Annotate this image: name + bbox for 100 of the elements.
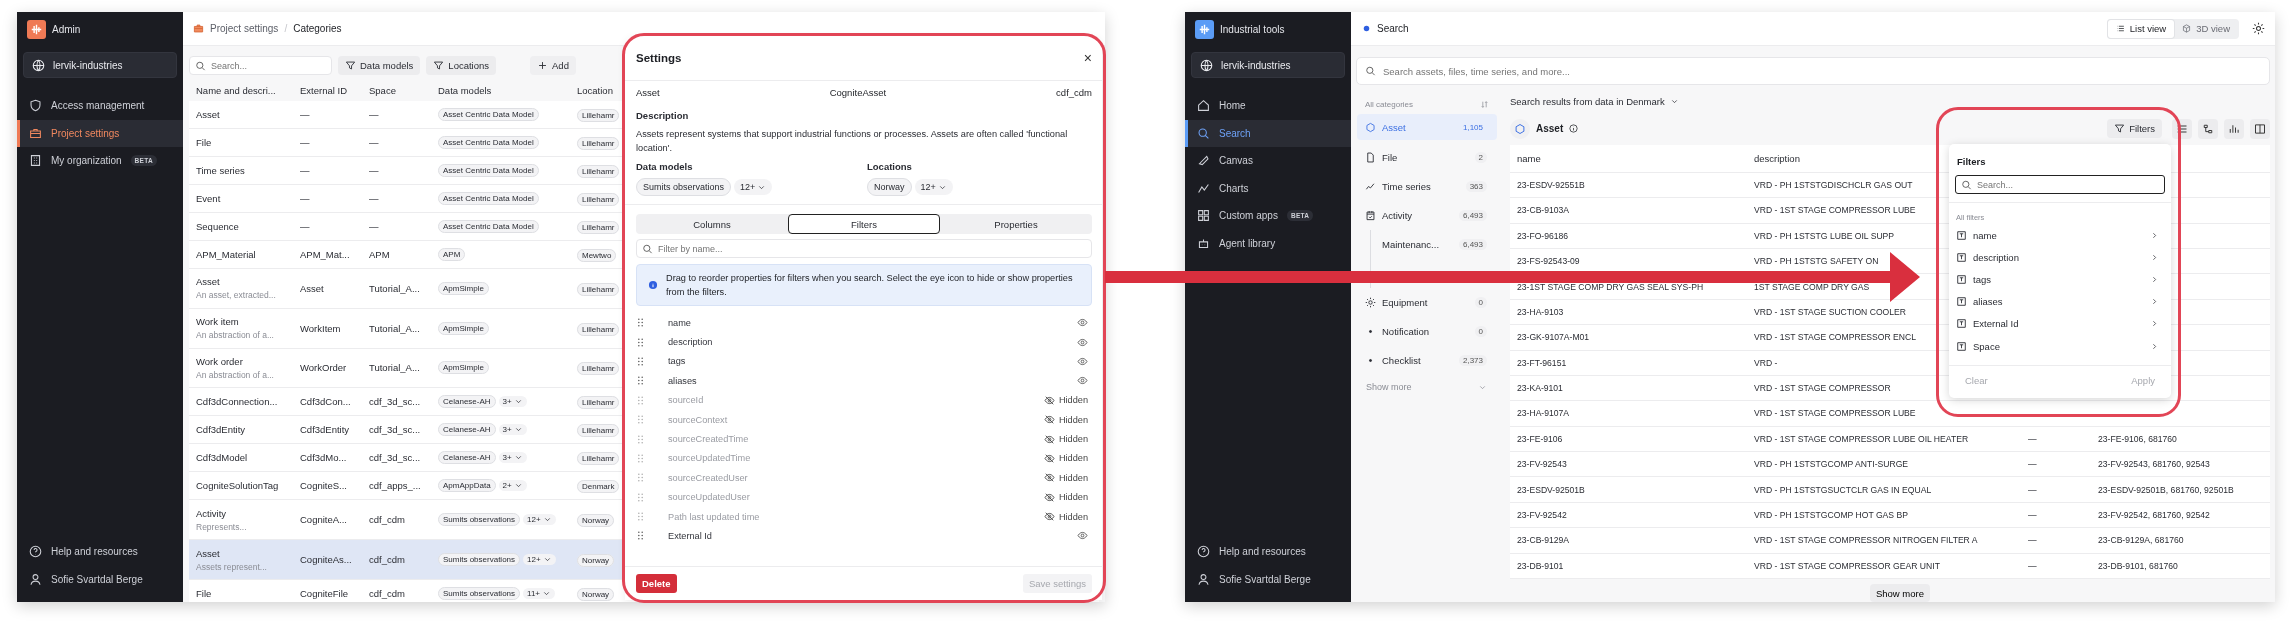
table-cell-text: cdf_cdm [369, 588, 406, 599]
table-cell: VRD - [1754, 357, 1778, 368]
table-cell-text: CogniteA... [300, 514, 348, 526]
location-tag: Norway [577, 514, 615, 528]
category-name: Cdf3dConnection... [196, 396, 279, 408]
table-cell: VRD - PH 1STSTG SAFETY ON [1754, 256, 1879, 267]
table-cell: 23-CB-9129A, 681760 [2098, 535, 2184, 546]
location-tag: Lillehamr [577, 362, 620, 376]
property-name: sourceId [668, 395, 705, 406]
category-name: Asset [196, 547, 221, 559]
field-label: Locations [867, 161, 913, 172]
location-tag: Lillehamr [577, 282, 620, 296]
meta-value: CogniteAsset [829, 87, 887, 98]
table-cell: VRD - PH 1STSTGCOMP HOT GAS BP [1754, 510, 1908, 521]
table-cell: 23-ESDV-92501B [1517, 484, 1585, 495]
location-tag: Mewtwo [577, 249, 617, 262]
table-cell-text: — [300, 109, 311, 120]
table-cell-text: — [369, 109, 380, 120]
category-description: An abstraction of a... [196, 330, 275, 341]
info-text: Drag to reorder properties for filters when you search. Select the eye icon to hide or show properties from the filters. [666, 272, 1074, 299]
table-cell: 23-GK-9107A-M01 [1517, 332, 1590, 343]
table-cell: — [2028, 535, 2037, 546]
table-cell-text: — [369, 165, 380, 176]
data-model-tag: ApmAppData [438, 479, 496, 493]
property-name: sourceCreatedUser [668, 472, 749, 483]
table-cell-text: Cdf3dMo... [300, 452, 348, 464]
table-cell: 23-DB-9101, 681760 [2098, 560, 2178, 571]
data-model-tag: Asset Centric Data Model [438, 192, 539, 205]
table-cell-text: WorkItem [300, 322, 342, 334]
data-model-tag: Sumits observations [438, 513, 521, 527]
category-name: Event [196, 193, 222, 204]
location-tag: Lillehamr [577, 137, 620, 150]
table-cell: 23-DB-9101 [1517, 560, 1564, 571]
table-cell: VRD - PH 1STSTGDISCHCLR GAS OUT [1754, 179, 1913, 190]
location-tag: Lillehamr [577, 424, 620, 438]
data-model-tag: Celanese-AH [438, 423, 496, 437]
table-cell-text: cdf_3d_sc... [369, 396, 422, 408]
category-description: Assets represent... [196, 561, 268, 572]
table-cell-text: CogniteFile [300, 588, 350, 599]
table-cell: 23-CB-9129A [1517, 535, 1570, 546]
property-name: sourceUpdatedTime [668, 453, 752, 464]
breadcrumb-separator: / [284, 23, 288, 34]
table-cell-text: — [300, 137, 311, 148]
table-cell-text: — [369, 137, 380, 148]
property-name: sourceUpdatedUser [668, 492, 751, 503]
category-name: Sequence [196, 221, 240, 232]
location-tag: Lillehamr [577, 165, 620, 178]
table-cell-text: cdf_cdm [369, 554, 406, 566]
location-tag: Lillehamr [577, 452, 620, 466]
category-name: Cdf3dEntity [196, 424, 247, 436]
table-cell-text: Asset [300, 282, 325, 294]
table-cell: VRD - 1ST STAGE COMPRESSOR LUBE [1754, 205, 1916, 216]
table-cell: 23-FV-92543, 681760, 92543 [2098, 459, 2210, 470]
data-model-tag: ApmSimple [438, 321, 489, 335]
data-model-tag: Asset Centric Data Model [438, 164, 539, 177]
table-cell: — [2028, 459, 2037, 470]
table-cell: 23-KA-9101 [1517, 383, 1563, 394]
tag: Sumits observations [636, 178, 732, 196]
location-tag: Norway [577, 554, 615, 568]
category-name: Asset [196, 109, 221, 120]
table-cell: VRD - PH 1STSTGSUCTCLR GAS IN EQUAL [1754, 484, 1932, 495]
table-cell-text: Cdf3dEntity [300, 424, 351, 436]
location-tag: Lillehamr [577, 396, 620, 410]
location-tag: Lillehamr [577, 221, 620, 234]
table-cell: 23-1ST STAGE COMP DRY GAS SEAL SYS-PH [1517, 281, 1704, 292]
hidden-label: Hidden [1058, 395, 1088, 406]
category-name: Work order [196, 356, 244, 367]
table-cell: 23-FV-92543 [1517, 459, 1567, 470]
table-cell: 23-HA-9107A [1517, 408, 1570, 419]
table-cell: 23-FT-96151 [1517, 357, 1567, 368]
data-model-tag: Sumits observations [438, 587, 521, 600]
result-type: Asset [1536, 123, 1564, 134]
table-cell: — [2028, 484, 2037, 495]
table-cell-text: cdf_cdm [369, 514, 406, 526]
category-name: Time series [196, 165, 246, 176]
description-text: Assets represent systems that support industrial functions or processes. Assets are often called 'functional location'. [636, 128, 1069, 155]
category-name: CogniteSolutionTag [196, 480, 280, 492]
property-name: Path last updated time [668, 511, 761, 522]
table-cell-text: — [300, 193, 311, 204]
data-model-tag: APM [438, 248, 466, 261]
table-cell: — [2028, 510, 2037, 521]
category-description: An abstraction of a... [196, 370, 275, 380]
hidden-label: Hidden [1058, 492, 1088, 503]
table-cell: 23-FV-92542 [1517, 510, 1567, 521]
hidden-label: Hidden [1058, 414, 1088, 425]
app-title: Industrial tools [1220, 23, 1285, 35]
property-name: sourceContext [668, 414, 729, 425]
category-name: File [196, 137, 213, 148]
table-cell: 23-FO-96186 [1517, 230, 1569, 241]
breadcrumb-current: Categories [293, 23, 342, 34]
popover-title: Filters [1957, 156, 1987, 167]
app-title: Admin [52, 23, 81, 35]
table-cell: 23-FE-9106 [1517, 433, 1563, 444]
category-description: Represents... [196, 521, 248, 532]
table-cell: VRD - PH 1STSTGCOMP ANTI-SURGE [1754, 459, 1909, 470]
data-model-tag: Asset Centric Data Model [438, 136, 539, 149]
hidden-label: Hidden [1058, 511, 1088, 522]
property-name: External Id [668, 531, 713, 541]
table-cell-text: cdf_3d_sc... [369, 424, 422, 436]
property-name: description [668, 337, 714, 348]
